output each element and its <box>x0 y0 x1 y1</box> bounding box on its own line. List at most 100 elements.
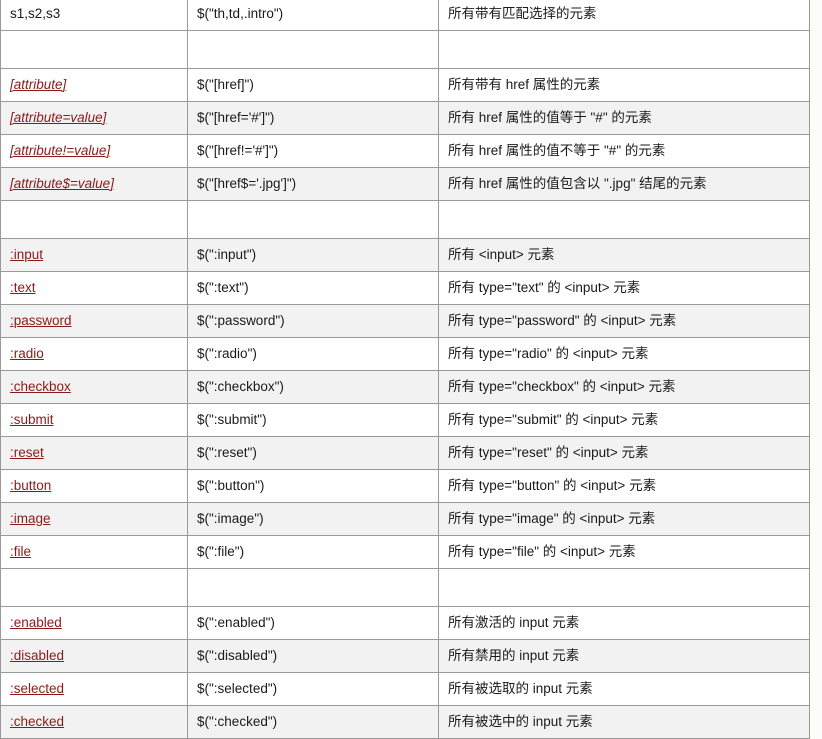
example-cell: $(":checkbox") <box>187 370 439 404</box>
example-cell <box>187 200 439 239</box>
example-cell: $(":disabled") <box>187 639 439 673</box>
selector-cell: :button <box>0 469 188 503</box>
description-text: 所有 type="reset" 的 <input> 元素 <box>448 445 649 460</box>
example-code: $("[href]") <box>197 77 254 92</box>
description-cell: 所有 type="submit" 的 <input> 元素 <box>438 403 810 437</box>
selector-link[interactable]: :input <box>10 247 43 262</box>
example-cell: $(":submit") <box>187 403 439 437</box>
selector-link[interactable]: [attribute] <box>10 77 66 92</box>
selector-link[interactable]: :radio <box>10 346 44 361</box>
selector-reference-table-wrapper: s1,s2,s3 $("th,td,.intro") 所有带有匹配选择的元素 [att… <box>0 0 810 739</box>
table-spacer-row <box>0 568 810 607</box>
example-cell: $(":radio") <box>187 337 439 371</box>
selector-link[interactable]: :reset <box>10 445 44 460</box>
description-text: 所有 type="text" 的 <input> 元素 <box>448 280 641 295</box>
selector-link[interactable]: :text <box>10 280 36 295</box>
selector-link[interactable]: :enabled <box>10 615 62 630</box>
selector-link[interactable]: :selected <box>10 681 64 696</box>
description-cell: 所有 type="text" 的 <input> 元素 <box>438 271 810 305</box>
table-body: s1,s2,s3 $("th,td,.intro") 所有带有匹配选择的元素 [att… <box>0 0 810 739</box>
example-code: $(":checked") <box>197 714 278 729</box>
selector-link[interactable]: :checkbox <box>10 379 71 394</box>
selector-cell: :password <box>0 304 188 338</box>
description-cell: 所有 type="button" 的 <input> 元素 <box>438 469 810 503</box>
selector-cell: [attribute$=value] <box>0 167 188 201</box>
selector-text: s1,s2,s3 <box>10 6 61 21</box>
table-spacer-row <box>0 30 810 69</box>
table-row: :password $(":password") 所有 type="password… <box>0 304 810 338</box>
description-text: 所有 href 属性的值包含以 ".jpg" 结尾的元素 <box>448 176 707 191</box>
description-cell: 所有激活的 input 元素 <box>438 606 810 640</box>
selector-link[interactable]: :password <box>10 313 72 328</box>
table-row: :checkbox $(":checkbox") 所有 type="checkbox… <box>0 370 810 404</box>
description-text: 所有 type="submit" 的 <input> 元素 <box>448 412 659 427</box>
table-row: [attribute$=value] $("[href$='.jpg']") 所有 … <box>0 167 810 201</box>
table-row: [attribute] $("[href]") 所有带有 href 属性的元素 <box>0 68 810 102</box>
selector-cell: [attribute] <box>0 68 188 102</box>
selector-cell: :enabled <box>0 606 188 640</box>
selector-cell: :input <box>0 238 188 272</box>
selector-cell: :radio <box>0 337 188 371</box>
description-text: 所有 type="button" 的 <input> 元素 <box>448 478 657 493</box>
description-cell <box>438 30 810 69</box>
selector-link[interactable]: :submit <box>10 412 54 427</box>
table-spacer-row <box>0 200 810 239</box>
selector-cell: :file <box>0 535 188 569</box>
example-code: $(":disabled") <box>197 648 278 663</box>
selector-link[interactable]: [attribute!=value] <box>10 143 110 158</box>
selector-link[interactable]: :image <box>10 511 51 526</box>
description-text: 所有 href 属性的值不等于 "#" 的元素 <box>448 143 666 158</box>
selector-link[interactable]: [attribute=value] <box>10 110 106 125</box>
selector-link[interactable]: [attribute$=value] <box>10 176 114 191</box>
selector-reference-table: s1,s2,s3 $("th,td,.intro") 所有带有匹配选择的元素 [att… <box>0 0 810 739</box>
table-row: :image $(":image") 所有 type="image" 的 <inpu… <box>0 502 810 536</box>
description-text: 所有带有 href 属性的元素 <box>448 77 601 92</box>
description-cell: 所有 type="password" 的 <input> 元素 <box>438 304 810 338</box>
selector-cell: :text <box>0 271 188 305</box>
example-cell: $("th,td,.intro") <box>187 0 439 31</box>
description-cell: 所有 <input> 元素 <box>438 238 810 272</box>
description-text: 所有 type="image" 的 <input> 元素 <box>448 511 656 526</box>
description-text: 所有禁用的 input 元素 <box>448 648 580 663</box>
description-cell: 所有带有匹配选择的元素 <box>438 0 810 31</box>
description-cell: 所有 type="image" 的 <input> 元素 <box>438 502 810 536</box>
example-cell: $(":input") <box>187 238 439 272</box>
example-cell: $("[href='#']") <box>187 101 439 135</box>
table-row: :button $(":button") 所有 type="button" 的 <i… <box>0 469 810 503</box>
table-row: s1,s2,s3 $("th,td,.intro") 所有带有匹配选择的元素 <box>0 0 810 31</box>
table-row: :checked $(":checked") 所有被选中的 input 元素 <box>0 705 810 739</box>
example-code: $(":text") <box>197 280 249 295</box>
table-row: :submit $(":submit") 所有 type="submit" 的 <i… <box>0 403 810 437</box>
description-cell: 所有带有 href 属性的元素 <box>438 68 810 102</box>
description-cell: 所有 type="reset" 的 <input> 元素 <box>438 436 810 470</box>
example-cell: $(":text") <box>187 271 439 305</box>
table-row: [attribute=value] $("[href='#']") 所有 href … <box>0 101 810 135</box>
example-cell: $("[href!='#']") <box>187 134 439 168</box>
description-cell: 所有被选中的 input 元素 <box>438 705 810 739</box>
example-code: $("th,td,.intro") <box>197 6 284 21</box>
selector-link[interactable]: :file <box>10 544 31 559</box>
example-cell: $(":enabled") <box>187 606 439 640</box>
example-cell: $("[href$='.jpg']") <box>187 167 439 201</box>
example-cell: $(":button") <box>187 469 439 503</box>
selector-cell <box>0 200 188 239</box>
description-text: 所有 type="checkbox" 的 <input> 元素 <box>448 379 676 394</box>
example-cell: $(":image") <box>187 502 439 536</box>
example-cell: $(":selected") <box>187 672 439 706</box>
table-row: :text $(":text") 所有 type="text" 的 <input> … <box>0 271 810 305</box>
example-code: $(":selected") <box>197 681 278 696</box>
example-code: $(":image") <box>197 511 264 526</box>
selector-link[interactable]: :checked <box>10 714 64 729</box>
selector-cell: :checked <box>0 705 188 739</box>
table-row: :enabled $(":enabled") 所有激活的 input 元素 <box>0 606 810 640</box>
description-text: 所有 type="file" 的 <input> 元素 <box>448 544 636 559</box>
table-row: :selected $(":selected") 所有被选取的 input 元素 <box>0 672 810 706</box>
example-cell <box>187 568 439 607</box>
example-code: $(":button") <box>197 478 265 493</box>
description-cell <box>438 200 810 239</box>
description-text: 所有 type="radio" 的 <input> 元素 <box>448 346 649 361</box>
selector-link[interactable]: :button <box>10 478 51 493</box>
description-cell <box>438 568 810 607</box>
example-code: $("[href!='#']") <box>197 143 279 158</box>
selector-link[interactable]: :disabled <box>10 648 64 663</box>
